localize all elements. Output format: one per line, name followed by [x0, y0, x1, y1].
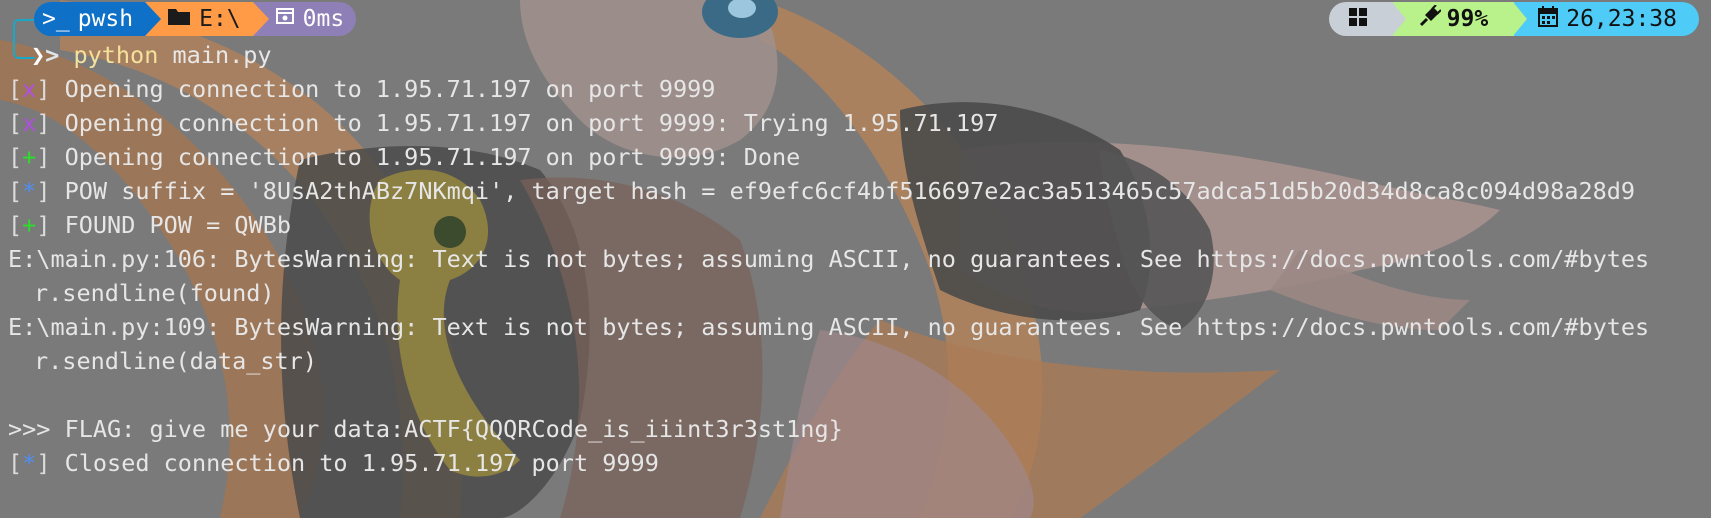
output-line: [+] Opening connection to 1.95.71.197 on…	[8, 143, 801, 171]
prompt-left-segments: >_ pwsh E:\ 0ms	[34, 2, 357, 36]
exec-time-label: 0ms	[302, 6, 345, 32]
path-label: E:\	[199, 6, 241, 32]
output-text: >>> FLAG: give me your data:ACTF{QQQRCod…	[8, 415, 843, 443]
status-tag: +	[22, 143, 37, 171]
battery-segment: 99%	[1391, 2, 1515, 36]
output-line: >>> FLAG: give me your data:ACTF{QQQRCod…	[8, 412, 1711, 446]
output-text: r.sendline(data_str)	[34, 347, 317, 375]
windows-icon	[1348, 6, 1367, 32]
status-tag: x	[22, 109, 37, 137]
date-label: 26,23:38	[1566, 6, 1677, 32]
command-args: main.py	[172, 41, 272, 69]
status-tag: x	[22, 75, 37, 103]
timer-icon	[275, 6, 295, 32]
output-line: [*] Closed connection to 1.95.71.197 por…	[8, 449, 659, 477]
output-lines: [x] Opening connection to 1.95.71.197 on…	[8, 72, 1711, 480]
shell-segment: >_ pwsh	[34, 2, 162, 36]
status-tag: *	[22, 177, 37, 205]
command-program: python	[73, 41, 159, 69]
output-line: E:\main.py:109: BytesWarning: Text is no…	[8, 310, 1711, 344]
output-text: Opening connection to 1.95.71.197 on por…	[50, 75, 716, 103]
output-text: FOUND POW = QWBb	[50, 211, 291, 239]
status-tag: +	[22, 211, 37, 239]
output-line: [x] Opening connection to 1.95.71.197 on…	[8, 109, 999, 137]
folder-icon	[167, 6, 191, 32]
output-text: Opening connection to 1.95.71.197 on por…	[50, 143, 801, 171]
output-text: Opening connection to 1.95.71.197 on por…	[50, 109, 999, 137]
terminal-icon: >_	[42, 6, 70, 32]
shell-label: pwsh	[77, 6, 134, 32]
battery-label: 99%	[1446, 6, 1489, 32]
output-line: [+] FOUND POW = QWBb	[8, 211, 291, 239]
date-segment: 26,23:38	[1513, 2, 1699, 36]
output-line: E:\main.py:106: BytesWarning: Text is no…	[8, 242, 1711, 276]
command-line: ❯> python main.py	[31, 41, 272, 69]
terminal-window[interactable]: >_ pwsh E:\ 0ms 99% 26,23:38 ❯> python m…	[0, 0, 1711, 518]
output-line: r.sendline(found)	[8, 276, 1711, 310]
chevron-right-icon: ❯	[31, 41, 46, 69]
status-tag: *	[22, 449, 37, 477]
output-text: E:\main.py:106: BytesWarning: Text is no…	[8, 245, 1650, 273]
plug-icon	[1419, 4, 1442, 33]
output-line: [x] Opening connection to 1.95.71.197 on…	[8, 75, 716, 103]
os-segment	[1328, 2, 1393, 36]
output-line: r.sendline(data_str)	[8, 344, 1711, 378]
output-line: [*] POW suffix = '8UsA2thABz7NKmqi', tar…	[8, 177, 1636, 205]
output-text: Closed connection to 1.95.71.197 port 99…	[50, 449, 659, 477]
output-text: POW suffix = '8UsA2thABz7NKmqi', target …	[50, 177, 1636, 205]
calendar-icon	[1538, 5, 1559, 33]
path-segment: E:\	[145, 2, 269, 36]
prompt-right-segments: 99% 26,23:38	[1328, 2, 1699, 36]
terminal-output[interactable]: ❯> python main.py [x] Opening connection…	[8, 38, 1711, 480]
output-text: E:\main.py:109: BytesWarning: Text is no…	[8, 313, 1650, 341]
output-text: r.sendline(found)	[34, 279, 275, 307]
